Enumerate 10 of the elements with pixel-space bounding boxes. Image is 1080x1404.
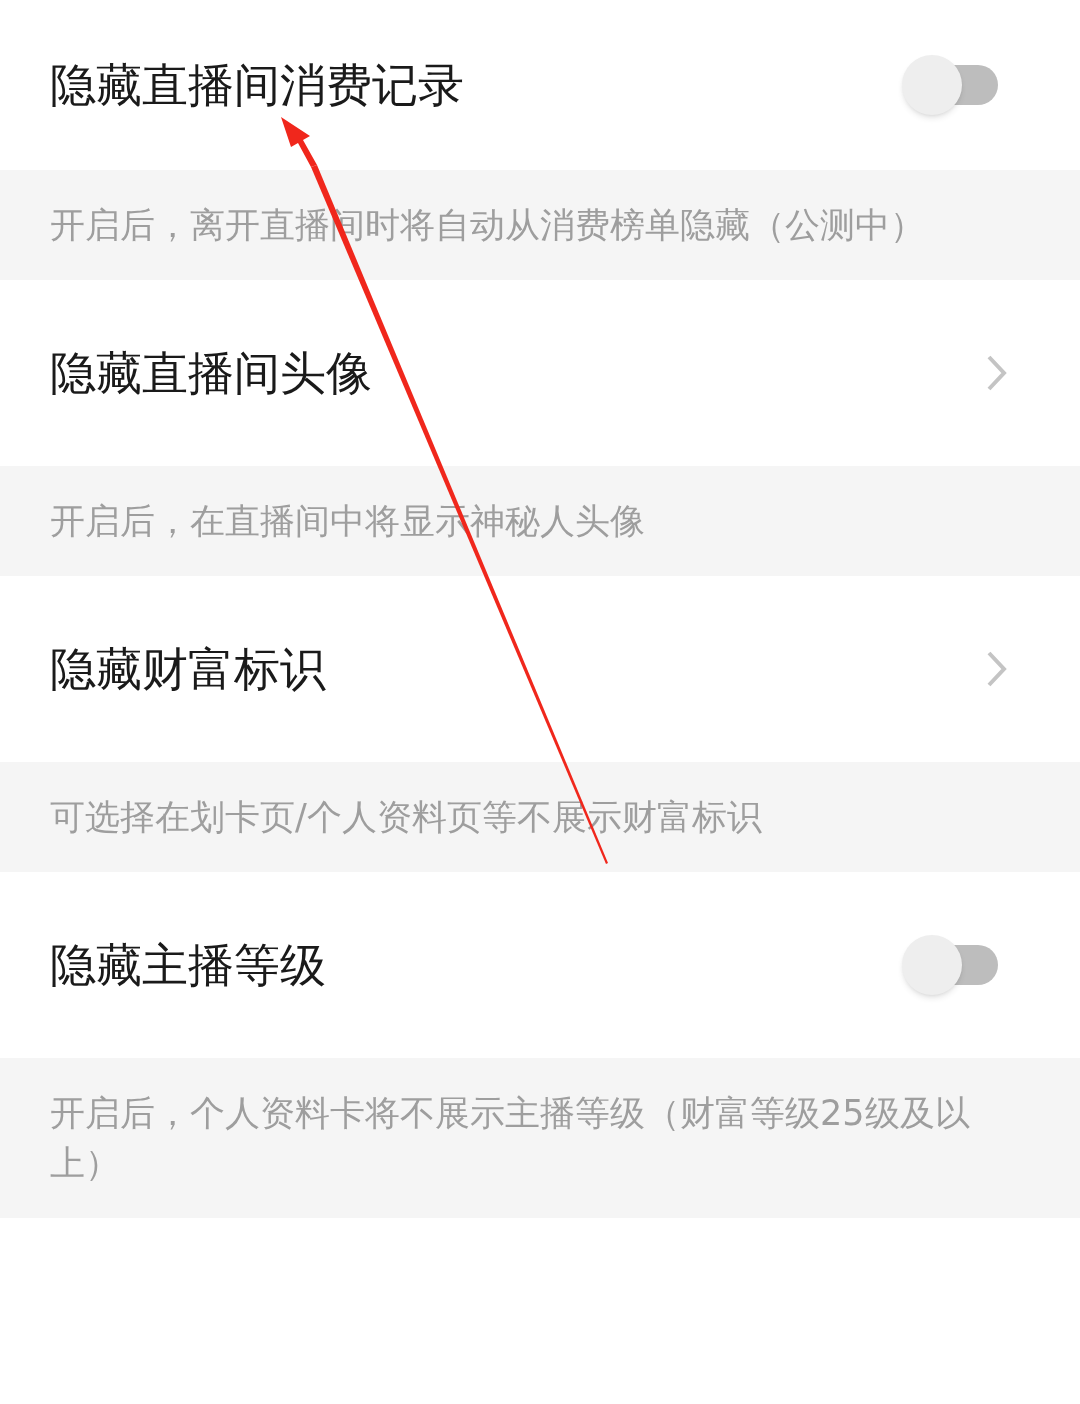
- setting-description: 开启后，个人资料卡将不展示主播等级（财富等级25级及以上）: [50, 1092, 971, 1185]
- toggle-switch[interactable]: [902, 935, 998, 995]
- setting-label: 隐藏直播间消费记录: [50, 62, 464, 108]
- setting-label: 隐藏主播等级: [50, 942, 326, 988]
- chevron-right-icon[interactable]: [986, 650, 1008, 688]
- setting-label: 隐藏财富标识: [50, 646, 326, 692]
- setting-description: 可选择在划卡页/个人资料页等不展示财富标识: [50, 796, 762, 839]
- setting-label: 隐藏直播间头像: [50, 350, 372, 396]
- chevron-right-icon[interactable]: [986, 354, 1008, 392]
- toggle-switch[interactable]: [902, 55, 998, 115]
